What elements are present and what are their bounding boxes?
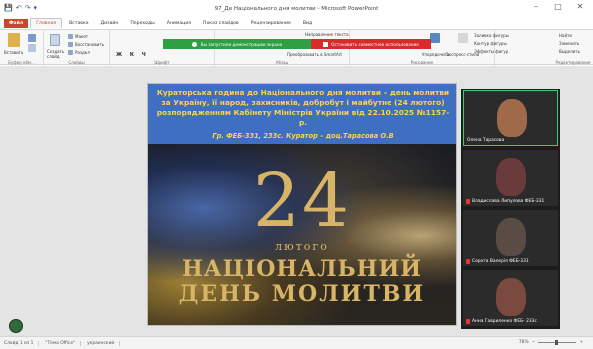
maximize-button[interactable]: □ xyxy=(547,2,569,11)
slide-counter: Слайд 1 из 1 xyxy=(4,340,40,346)
window-controls: – □ ✕ xyxy=(525,2,591,11)
group-slides-label: Слайды xyxy=(68,60,85,65)
shape-outline-button[interactable]: Контур фигуры xyxy=(474,41,507,46)
tab-review[interactable]: Рецензирование xyxy=(246,19,296,28)
tab-file[interactable]: Файл xyxy=(4,18,29,28)
slide-title-line2: ДЕНЬ МОЛИТВИ xyxy=(178,281,426,307)
tab-transitions[interactable]: Переходы xyxy=(125,19,159,28)
title-bar: 💾 ↶ ↷ ▾ 97_Де Національного дня молитви … xyxy=(0,0,593,17)
copy-icon[interactable] xyxy=(28,44,36,52)
section-button[interactable]: Раздел xyxy=(75,50,90,55)
tab-design[interactable]: Дизайн xyxy=(96,19,124,28)
close-button[interactable]: ✕ xyxy=(569,2,591,11)
new-slide-button[interactable]: Создать слайд xyxy=(47,49,69,59)
participant-name: Анна Гавриленко ФЕБ- 233с xyxy=(466,319,537,324)
tab-animations[interactable]: Анимация xyxy=(162,19,196,28)
group-editing-label: Редактирование xyxy=(555,60,591,65)
stop-icon xyxy=(323,41,329,47)
slide-title-banner: Кураторська година до Національного дня … xyxy=(148,84,456,144)
slide-canvas[interactable]: Кураторська година до Національного дня … xyxy=(147,83,457,326)
zoom-slider-knob[interactable] xyxy=(555,340,559,345)
section-icon[interactable] xyxy=(68,50,73,55)
participant-name: Владислава Липулова ФЕБ-331 xyxy=(466,199,544,204)
floating-app-button[interactable] xyxy=(9,319,23,333)
participant-tile[interactable]: Олена Тарасова xyxy=(463,90,558,146)
screen-share-bar: Вы запустили демонстрацию экрана Останов… xyxy=(163,39,431,49)
group-font-label: Шрифт xyxy=(154,60,170,65)
avatar xyxy=(496,218,526,256)
paste-button[interactable]: Вставить xyxy=(4,50,23,55)
tab-home[interactable]: Главная xyxy=(30,18,63,28)
theme-name: "Тема Office" xyxy=(45,340,82,346)
status-bar: Слайд 1 из 1 "Тема Office" украинский 78… xyxy=(0,336,593,349)
participant-name: Олена Тарасова xyxy=(467,138,505,143)
paste-icon[interactable] xyxy=(8,33,20,47)
find-button[interactable]: Найти xyxy=(559,33,572,38)
mic-muted-icon xyxy=(466,259,470,264)
zoom-level[interactable]: 78% xyxy=(519,340,529,345)
slide-title-line1: НАЦІОНАЛЬНИЙ xyxy=(181,256,423,282)
group-editing: Найти Заменить Выделить Редактирование xyxy=(553,30,593,66)
avatar xyxy=(497,99,527,137)
group-paragraph-label: Абзац xyxy=(275,60,289,65)
zoom-control: 78% − + xyxy=(519,340,583,345)
group-slides: Создать слайд Макет Восстановить Раздел … xyxy=(44,30,110,66)
participants-panel: Олена Тарасова Владислава Липулова ФЕБ-3… xyxy=(461,89,560,329)
layout-button[interactable]: Макет xyxy=(75,34,88,39)
window-title: 97_Де Національного дня молитви - Micros… xyxy=(214,6,379,12)
slide-heading: Кураторська година до Національного дня … xyxy=(156,88,450,127)
sharing-status-text: Вы запустили демонстрацию экрана xyxy=(200,41,283,47)
reset-icon[interactable] xyxy=(68,42,73,47)
language-indicator[interactable]: украинский xyxy=(87,340,121,346)
text-direction-button[interactable]: Направление текста xyxy=(305,32,349,37)
participant-tile[interactable]: Серота Валерія ФЕБ-331 xyxy=(463,210,558,266)
quick-styles-icon[interactable] xyxy=(458,33,468,43)
slide-subheading: Гр. ФЕБ-331, 233с. Куратор – доц.Тарасов… xyxy=(212,132,394,140)
reset-button[interactable]: Восстановить xyxy=(75,42,104,47)
zoom-out-icon[interactable]: − xyxy=(532,340,536,345)
sharing-status: Вы запустили демонстрацию экрана xyxy=(163,39,311,49)
minimize-button[interactable]: – xyxy=(525,2,547,11)
avatar xyxy=(496,158,526,196)
tab-insert[interactable]: Вставка xyxy=(64,19,93,28)
ribbon-tabs: Файл Главная Вставка Дизайн Переходы Ани… xyxy=(0,17,593,29)
sharing-indicator-icon xyxy=(191,41,197,47)
group-clipboard-label: Буфер обм... xyxy=(8,60,35,65)
participant-name: Серота Валерія ФЕБ-331 xyxy=(466,259,529,264)
shape-fill-button[interactable]: Заливка фигуры xyxy=(474,33,509,38)
cut-icon[interactable] xyxy=(28,34,36,42)
tab-view[interactable]: Вид xyxy=(298,19,317,28)
stop-sharing-label: Остановить совместное использование xyxy=(331,41,419,47)
participant-tile[interactable]: Анна Гавриленко ФЕБ- 233с xyxy=(463,270,558,326)
zoom-slider[interactable] xyxy=(538,340,577,345)
arrange-icon[interactable] xyxy=(430,33,440,43)
mic-muted-icon xyxy=(466,319,470,324)
group-clipboard: Вставить Буфер обм... xyxy=(0,30,44,66)
date-number: 24 xyxy=(252,158,352,244)
new-slide-icon[interactable] xyxy=(50,34,60,46)
convert-smartart-button[interactable]: Преобразовать в SmartArt xyxy=(287,52,342,57)
replace-button[interactable]: Заменить xyxy=(559,41,579,46)
font-format-buttons[interactable]: Ж К Ч xyxy=(116,52,149,58)
stop-sharing-button[interactable]: Остановить совместное использование xyxy=(311,39,431,49)
tab-slideshow[interactable]: Показ слайдов xyxy=(198,19,244,28)
select-button[interactable]: Выделить xyxy=(559,49,580,54)
zoom-in-icon[interactable]: + xyxy=(579,340,583,345)
mic-muted-icon xyxy=(466,199,470,204)
participant-tile[interactable]: Владислава Липулова ФЕБ-331 xyxy=(463,150,558,206)
group-drawing-label: Рисование xyxy=(410,60,434,65)
layout-icon[interactable] xyxy=(68,34,73,39)
avatar xyxy=(496,278,526,316)
shape-effects-button[interactable]: Эффекты фигур xyxy=(474,49,508,54)
date-month: лютого xyxy=(275,240,329,253)
